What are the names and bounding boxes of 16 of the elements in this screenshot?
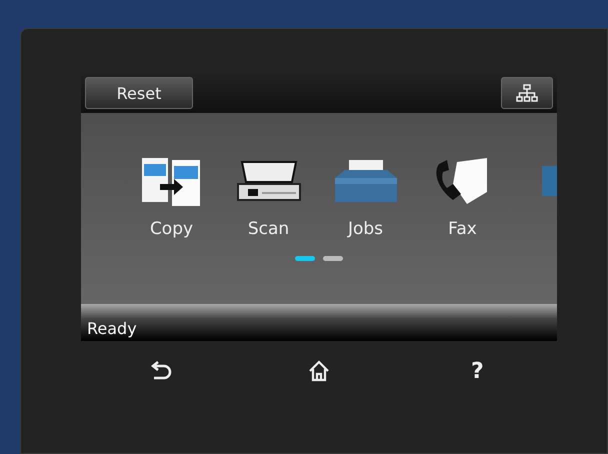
app-tile[interactable]: Fax — [414, 155, 511, 248]
app-tile[interactable]: Copy — [123, 155, 220, 248]
app-label: Jobs — [348, 219, 384, 239]
home-icon[interactable] — [306, 359, 331, 383]
app-tile[interactable]: Scan — [220, 155, 317, 248]
app-tile[interactable]: Jobs — [317, 155, 414, 248]
page-indicator[interactable] — [323, 256, 343, 261]
help-button[interactable]: ? — [465, 358, 490, 384]
app-label: Copy — [150, 219, 194, 239]
app-label: Fax — [448, 219, 477, 239]
status-text: Ready — [87, 319, 137, 338]
page-indicator[interactable] — [295, 256, 315, 261]
reset-button[interactable]: Reset — [85, 77, 193, 109]
network-icon — [516, 84, 538, 102]
network-button[interactable] — [501, 77, 553, 109]
app-label: Scan — [248, 219, 290, 239]
